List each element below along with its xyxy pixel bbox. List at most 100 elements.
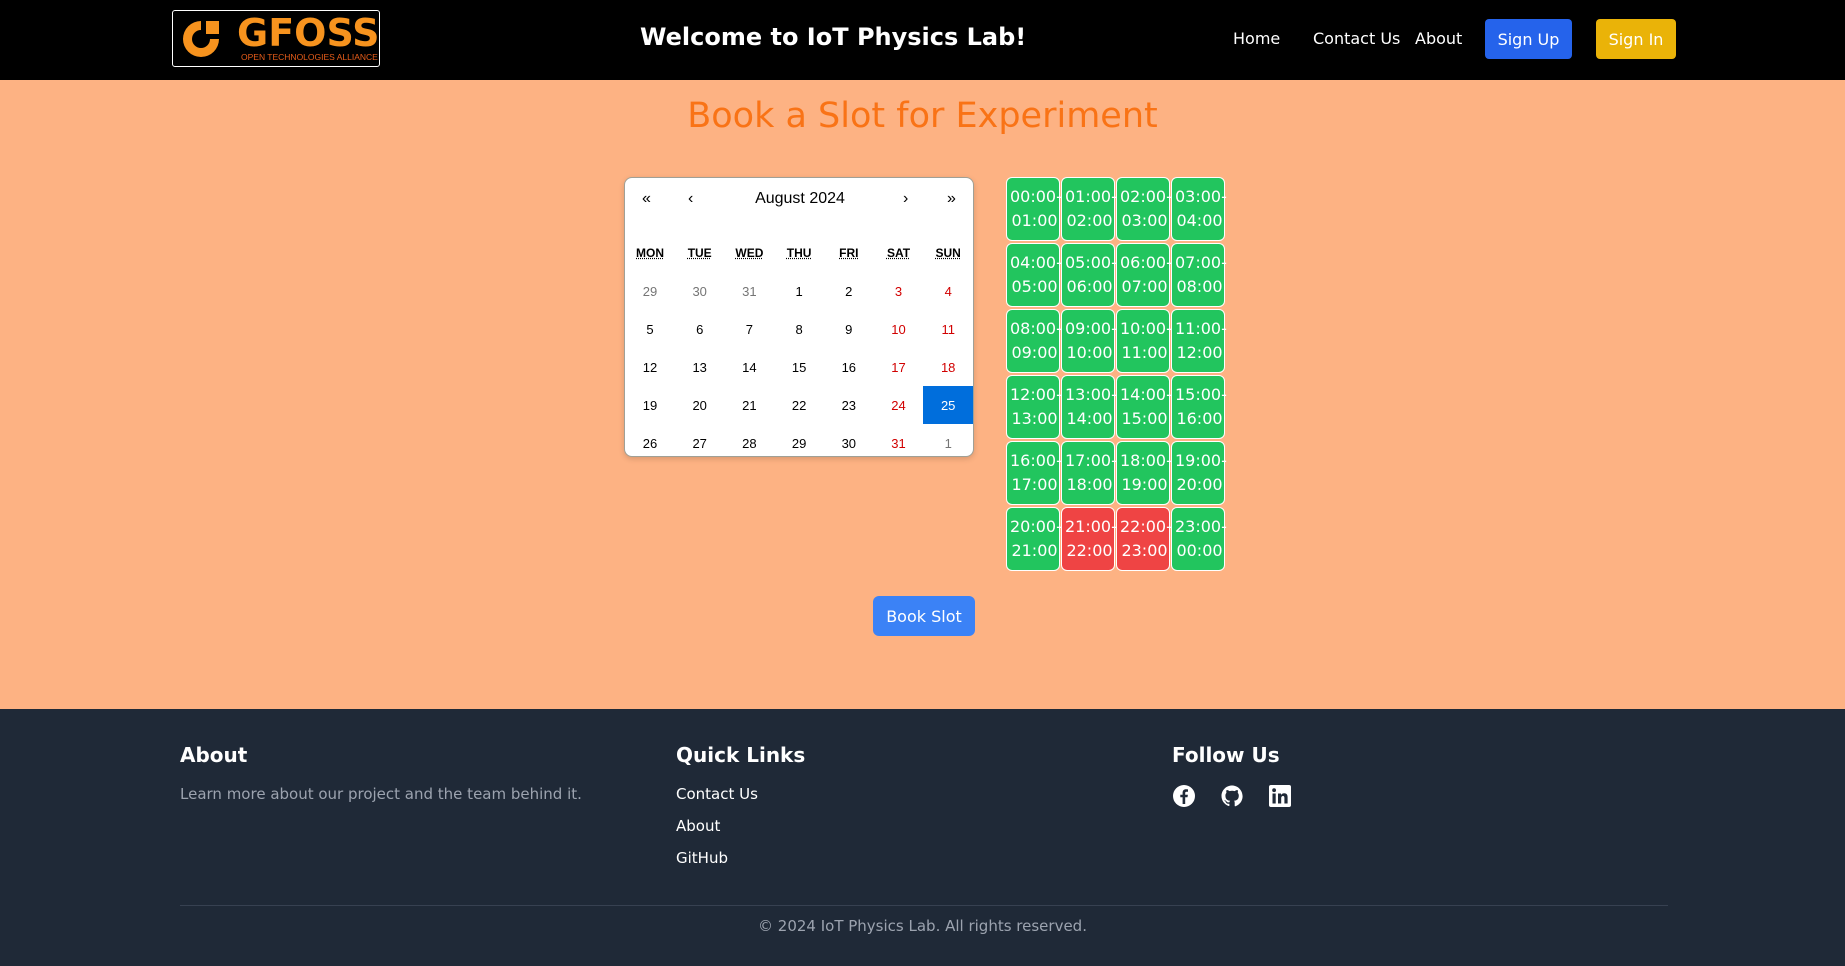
slot-end-time: 07:00: [1121, 277, 1168, 296]
nav-about[interactable]: About: [1415, 29, 1462, 48]
time-slot-booked: 21:00- 22:00: [1061, 507, 1117, 571]
slot-start-time: 01:00-: [1065, 187, 1117, 206]
calendar-day[interactable]: 7: [724, 310, 774, 348]
time-slot-available[interactable]: 12:00- 13:00: [1006, 375, 1062, 439]
slot-end-time: 14:00: [1066, 409, 1113, 428]
time-slot-available[interactable]: 13:00- 14:00: [1061, 375, 1117, 439]
calendar-day[interactable]: 2: [824, 272, 874, 310]
logo-text: GFOSS: [237, 11, 380, 55]
time-slot-available[interactable]: 14:00- 15:00: [1116, 375, 1172, 439]
calendar-day[interactable]: 27: [675, 424, 725, 462]
next-month-button[interactable]: ›: [903, 190, 908, 208]
time-slot-available[interactable]: 16:00- 17:00: [1006, 441, 1062, 505]
time-slot-available[interactable]: 04:00- 05:00: [1006, 243, 1062, 307]
calendar-day[interactable]: 30: [824, 424, 874, 462]
calendar-day[interactable]: 31: [724, 272, 774, 310]
weekday-label: SAT: [886, 246, 911, 260]
slot-end-time: 08:00: [1176, 277, 1223, 296]
calendar-day[interactable]: 5: [625, 310, 675, 348]
weekday-label: WED: [735, 246, 764, 260]
time-slot-available[interactable]: 03:00- 04:00: [1171, 177, 1227, 241]
calendar-day[interactable]: 31: [874, 424, 924, 462]
calendar-day[interactable]: 6: [675, 310, 725, 348]
time-slot-available[interactable]: 02:00- 03:00: [1116, 177, 1172, 241]
github-icon[interactable]: [1220, 784, 1244, 808]
slot-end-time: 22:00: [1066, 541, 1113, 560]
calendar-day[interactable]: 18: [923, 348, 973, 386]
calendar-day[interactable]: 14: [724, 348, 774, 386]
calendar-day[interactable]: 9: [824, 310, 874, 348]
calendar-day[interactable]: 26: [625, 424, 675, 462]
calendar-day[interactable]: 21: [724, 386, 774, 424]
nav-home[interactable]: Home: [1233, 29, 1280, 48]
slot-start-time: 13:00-: [1065, 385, 1117, 404]
calendar-day[interactable]: 22: [774, 386, 824, 424]
calendar-day[interactable]: 12: [625, 348, 675, 386]
calendar-day[interactable]: 1: [774, 272, 824, 310]
book-slot-button[interactable]: Book Slot: [873, 596, 975, 636]
next-year-button[interactable]: »: [947, 190, 956, 208]
calendar-day[interactable]: 19: [625, 386, 675, 424]
calendar-day[interactable]: 20: [675, 386, 725, 424]
slot-start-time: 11:00-: [1175, 319, 1227, 338]
footer-link-about[interactable]: About: [676, 817, 720, 835]
calendar-day[interactable]: 30: [675, 272, 725, 310]
calendar-day[interactable]: 1: [923, 424, 973, 462]
slot-start-time: 10:00-: [1120, 319, 1172, 338]
slot-end-time: 17:00: [1011, 475, 1058, 494]
slot-end-time: 06:00: [1066, 277, 1113, 296]
calendar-day[interactable]: 3: [874, 272, 924, 310]
footer-link-contact-us[interactable]: Contact Us: [676, 785, 758, 803]
time-slot-available[interactable]: 19:00- 20:00: [1171, 441, 1227, 505]
time-slot-booked: 22:00- 23:00: [1116, 507, 1172, 571]
facebook-icon[interactable]: [1172, 784, 1196, 808]
time-slot-available[interactable]: 11:00- 12:00: [1171, 309, 1227, 373]
calendar-day[interactable]: 11: [923, 310, 973, 348]
calendar-day[interactable]: 13: [675, 348, 725, 386]
site-title: Welcome to IoT Physics Lab!: [640, 23, 1027, 51]
time-slot-available[interactable]: 18:00- 19:00: [1116, 441, 1172, 505]
sign-up-button[interactable]: Sign Up: [1485, 19, 1572, 59]
calendar-day-selected[interactable]: 25: [923, 386, 974, 424]
linkedin-icon[interactable]: [1268, 784, 1292, 808]
time-slot-available[interactable]: 20:00- 21:00: [1006, 507, 1062, 571]
time-slot-available[interactable]: 05:00- 06:00: [1061, 243, 1117, 307]
page-title: Book a Slot for Experiment: [687, 96, 1158, 136]
calendar-day[interactable]: 24: [874, 386, 924, 424]
slot-end-time: 09:00: [1011, 343, 1058, 362]
calendar-day[interactable]: 17: [874, 348, 924, 386]
calendar-day[interactable]: 4: [923, 272, 973, 310]
time-slot-available[interactable]: 17:00- 18:00: [1061, 441, 1117, 505]
gfoss-logo-mark-icon: [183, 21, 219, 57]
gfoss-logo[interactable]: GFOSS OPEN TECHNOLOGIES ALLIANCE: [172, 10, 380, 67]
time-slot-available[interactable]: 01:00- 02:00: [1061, 177, 1117, 241]
nav-contact-us[interactable]: Contact Us: [1313, 29, 1400, 48]
sign-in-button[interactable]: Sign In: [1596, 19, 1676, 59]
time-slot-available[interactable]: 07:00- 08:00: [1171, 243, 1227, 307]
calendar-day[interactable]: 16: [824, 348, 874, 386]
footer-about-heading: About: [180, 743, 248, 767]
calendar-day[interactable]: 8: [774, 310, 824, 348]
calendar-month-label[interactable]: August 2024: [625, 190, 975, 208]
logo-subtext: OPEN TECHNOLOGIES ALLIANCE: [241, 52, 378, 62]
slot-end-time: 02:00: [1066, 211, 1113, 230]
slot-end-time: 11:00: [1121, 343, 1168, 362]
calendar-day[interactable]: 29: [625, 272, 675, 310]
time-slot-available[interactable]: 06:00- 07:00: [1116, 243, 1172, 307]
weekday-label: FRI: [839, 246, 859, 260]
slot-start-time: 09:00-: [1065, 319, 1117, 338]
time-slot-available[interactable]: 00:00- 01:00: [1006, 177, 1062, 241]
calendar-day[interactable]: 23: [824, 386, 874, 424]
time-slot-available[interactable]: 09:00- 10:00: [1061, 309, 1117, 373]
footer-link-github[interactable]: GitHub: [676, 849, 728, 867]
calendar-day[interactable]: 28: [724, 424, 774, 462]
time-slot-available[interactable]: 23:00- 00:00: [1171, 507, 1227, 571]
time-slot-available[interactable]: 10:00- 11:00: [1116, 309, 1172, 373]
time-slot-available[interactable]: 08:00- 09:00: [1006, 309, 1062, 373]
slot-start-time: 23:00-: [1175, 517, 1227, 536]
calendar-day[interactable]: 29: [774, 424, 824, 462]
slot-start-time: 19:00-: [1175, 451, 1227, 470]
time-slot-available[interactable]: 15:00- 16:00: [1171, 375, 1227, 439]
calendar-day[interactable]: 15: [774, 348, 824, 386]
calendar-day[interactable]: 10: [874, 310, 924, 348]
